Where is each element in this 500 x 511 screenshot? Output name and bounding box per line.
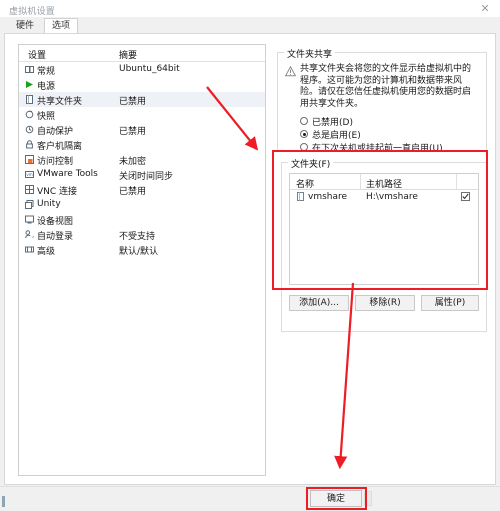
- options-panel: 设置 摘要 常规 Ubuntu_64bit 电源 共享文件夹 已禁用 快照 自动…: [4, 33, 496, 485]
- corner-marker: [2, 496, 5, 507]
- radio-label: 总是启用(E): [312, 131, 361, 141]
- header-divider: [456, 174, 457, 189]
- folder-host-path: H:\vmshare: [366, 192, 418, 202]
- column-header-setting: 设置: [28, 51, 47, 61]
- column-header-summary: 摘要: [119, 51, 138, 61]
- list-item-label: 访问控制: [37, 157, 74, 167]
- options-right-pane: 文件夹共享 共享文件夹会将您的文件显示给虚拟机中的程序。这可能为您的计算机和数据…: [275, 44, 487, 476]
- close-icon[interactable]: ✕: [478, 2, 492, 15]
- tab-strip: 硬件 选项: [0, 17, 500, 34]
- folders-legend: 文件夹(F): [288, 157, 334, 170]
- list-item-label: 高级: [37, 247, 56, 257]
- list-item-label: 自动保护: [37, 127, 74, 137]
- unity-icon: [25, 200, 34, 209]
- list-item-summary: 已禁用: [119, 127, 147, 137]
- list-item-summary: Ubuntu_64bit: [119, 64, 180, 74]
- folder-sharing-legend: 文件夹共享: [284, 47, 336, 60]
- tab-options[interactable]: 选项: [44, 18, 79, 34]
- list-item[interactable]: Unity: [19, 197, 265, 212]
- list-item[interactable]: » 自动登录 不受支持: [19, 227, 265, 242]
- list-item-summary: 未加密: [119, 157, 147, 167]
- svg-text:vm: vm: [26, 172, 32, 177]
- list-item-label: VMware Tools: [37, 169, 98, 179]
- folder-icon: [25, 95, 34, 104]
- autoprotect-icon: [25, 125, 34, 134]
- list-item-label: Unity: [37, 199, 61, 209]
- add-folder-button[interactable]: 添加(A)...: [289, 295, 349, 311]
- folder-sharing-group: 文件夹共享 共享文件夹会将您的文件显示给虚拟机中的程序。这可能为您的计算机和数据…: [277, 47, 487, 154]
- list-item[interactable]: 快照: [19, 107, 265, 122]
- list-item-summary: 默认/默认: [119, 247, 159, 257]
- header-divider: [360, 174, 361, 189]
- list-item-label: VNC 连接: [37, 187, 78, 197]
- folder-properties-button[interactable]: 属性(P): [421, 295, 479, 311]
- title-bar: 虚拟机设置 ✕: [0, 0, 500, 18]
- vmtools-icon: vm: [25, 170, 34, 179]
- radio-button-icon: [300, 143, 308, 151]
- folder-name: vmshare: [308, 192, 348, 202]
- snapshot-icon: [25, 110, 34, 119]
- radio-label: 在下次关机或挂起前一直启用(U): [312, 144, 443, 154]
- list-item-label: 常规: [37, 67, 56, 77]
- vm-settings-window: 虚拟机设置 ✕ 硬件 选项 设置 摘要 常规 Ubuntu_64bit 电源 共…: [0, 0, 500, 511]
- radio-label: 已禁用(D): [312, 118, 353, 128]
- list-item[interactable]: 客户机隔离: [19, 137, 265, 152]
- secondary-button-partial[interactable]: [364, 491, 372, 506]
- list-item[interactable]: VNC 连接 已禁用: [19, 182, 265, 197]
- deviceview-icon: [25, 215, 34, 224]
- list-item-label: 客户机隔离: [37, 142, 83, 152]
- column-header-host-path: 主机路径: [366, 180, 403, 190]
- folders-table-header: 名称 主机路径: [290, 174, 478, 190]
- folders-button-row: 添加(A)... 移除(R) 属性(P): [289, 295, 479, 312]
- autologon-icon: »: [25, 230, 34, 239]
- tab-hardware[interactable]: 硬件: [9, 19, 42, 34]
- list-item[interactable]: 常规 Ubuntu_64bit: [19, 62, 265, 77]
- folders-group: 文件夹(F) 名称 主机路径 vmshare H:\vmshare 添加(A).…: [281, 157, 487, 332]
- vnc-icon: [25, 185, 34, 194]
- column-header-name: 名称: [296, 180, 315, 190]
- radio-button-icon-selected: [300, 130, 308, 138]
- warning-icon: [284, 65, 297, 77]
- list-item[interactable]: 高级 默认/默认: [19, 242, 265, 257]
- remove-folder-button[interactable]: 移除(R): [355, 295, 415, 311]
- folder-sharing-warning: 共享文件夹会将您的文件显示给虚拟机中的程序。这可能为您的计算机和数据带来风险。请…: [300, 64, 472, 109]
- window-title: 虚拟机设置: [9, 7, 56, 17]
- advanced-icon: [25, 245, 34, 254]
- list-item[interactable]: 电源: [19, 77, 265, 92]
- folders-table[interactable]: 名称 主机路径 vmshare H:\vmshare: [289, 173, 479, 285]
- table-row[interactable]: vmshare H:\vmshare: [290, 190, 478, 204]
- settings-list[interactable]: 设置 摘要 常规 Ubuntu_64bit 电源 共享文件夹 已禁用 快照 自动…: [18, 44, 266, 476]
- access-icon: [25, 155, 34, 164]
- list-item-label: 共享文件夹: [37, 97, 83, 107]
- folder-icon: [296, 192, 305, 201]
- list-item-summary: 不受支持: [119, 232, 156, 242]
- power-icon: [25, 80, 34, 89]
- settings-list-header: 设置 摘要: [19, 45, 265, 62]
- ok-button[interactable]: 确定: [310, 490, 362, 507]
- lock-icon: [25, 140, 34, 149]
- dialog-footer: [0, 486, 500, 511]
- list-item-summary: 关闭时间同步: [119, 172, 174, 182]
- list-item[interactable]: 自动保护 已禁用: [19, 122, 265, 137]
- list-item-summary: 已禁用: [119, 187, 147, 197]
- svg-text:»: »: [32, 235, 34, 239]
- list-item-summary: 已禁用: [119, 97, 147, 107]
- list-item[interactable]: 设备视图: [19, 212, 265, 227]
- list-item-label: 快照: [37, 112, 56, 122]
- list-item-label: 自动登录: [37, 232, 74, 242]
- folder-enabled-checkbox[interactable]: [461, 192, 470, 201]
- list-item-label: 设备视图: [37, 217, 74, 227]
- list-item-label: 电源: [37, 82, 56, 92]
- list-item[interactable]: vm VMware Tools 关闭时间同步: [19, 167, 265, 182]
- general-icon: [25, 65, 34, 74]
- list-item[interactable]: 访问控制 未加密: [19, 152, 265, 167]
- list-item-shared-folders[interactable]: 共享文件夹 已禁用: [19, 92, 265, 107]
- radio-button-icon: [300, 117, 308, 125]
